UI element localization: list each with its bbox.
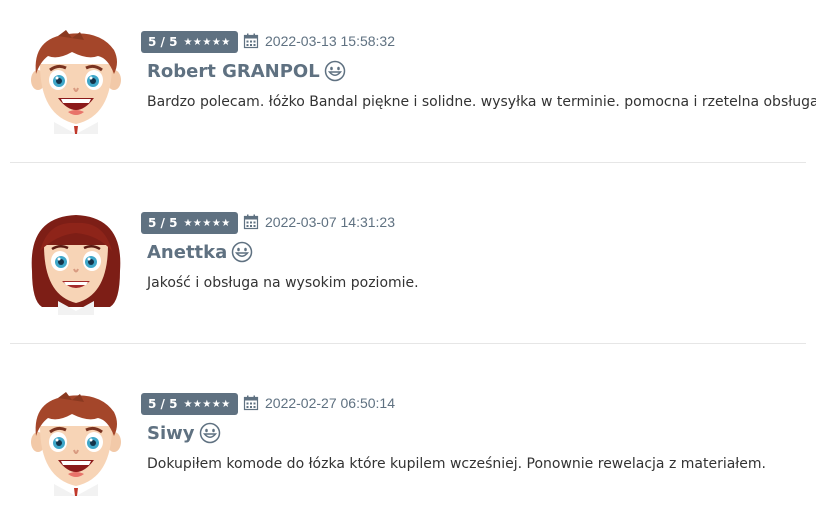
rating-badge: 5 / 5 ★★★★★ <box>141 31 238 53</box>
author-name: Anettka <box>147 241 228 263</box>
rating-badge: 5 / 5 ★★★★★ <box>141 393 238 415</box>
review-text: Bardzo polecam. łóżko Bandal piękne i so… <box>147 94 816 110</box>
stars-icon: ★★★★★ <box>183 217 231 229</box>
calendar-icon <box>243 33 259 49</box>
author-name: Siwy <box>147 422 195 444</box>
review-author: Siwy <box>147 422 221 444</box>
review-item: 5 / 5 ★★★★★ 2022-03-13 15:58:32 Robert G… <box>0 0 816 162</box>
rating-value: 5 / 5 <box>148 397 178 411</box>
review-date-text: 2022-03-07 14:31:23 <box>265 214 395 230</box>
stars-icon: ★★★★★ <box>183 36 231 48</box>
author-name: Robert GRANPOL <box>147 60 320 82</box>
review-item: 5 / 5 ★★★★★ 2022-02-27 06:50:14 Siwy Dok… <box>0 362 816 524</box>
stars-icon: ★★★★★ <box>183 398 231 410</box>
review-date: 2022-03-07 14:31:23 <box>243 214 395 230</box>
boy-avatar-icon <box>28 392 124 496</box>
review-date: 2022-02-27 06:50:14 <box>243 395 395 411</box>
divider <box>10 162 806 163</box>
calendar-icon <box>243 395 259 411</box>
review-date-text: 2022-03-13 15:58:32 <box>265 33 395 49</box>
girl-avatar-icon <box>28 211 124 315</box>
review-text: Jakość i obsługa na wysokim poziomie. <box>147 275 419 291</box>
rating-value: 5 / 5 <box>148 216 178 230</box>
review-author: Robert GRANPOL <box>147 60 346 82</box>
review-item: 5 / 5 ★★★★★ 2022-03-07 14:31:23 Anettka … <box>0 181 816 343</box>
rating-value: 5 / 5 <box>148 35 178 49</box>
review-text: Dokupiłem komode do łózka które kupilem … <box>147 456 766 472</box>
smile-icon <box>324 60 346 82</box>
divider <box>10 343 806 344</box>
boy-avatar-icon <box>28 30 124 134</box>
calendar-icon <box>243 214 259 230</box>
review-author: Anettka <box>147 241 253 263</box>
smile-icon <box>199 422 221 444</box>
rating-badge: 5 / 5 ★★★★★ <box>141 212 238 234</box>
smile-icon <box>231 241 253 263</box>
review-date-text: 2022-02-27 06:50:14 <box>265 395 395 411</box>
review-date: 2022-03-13 15:58:32 <box>243 33 395 49</box>
